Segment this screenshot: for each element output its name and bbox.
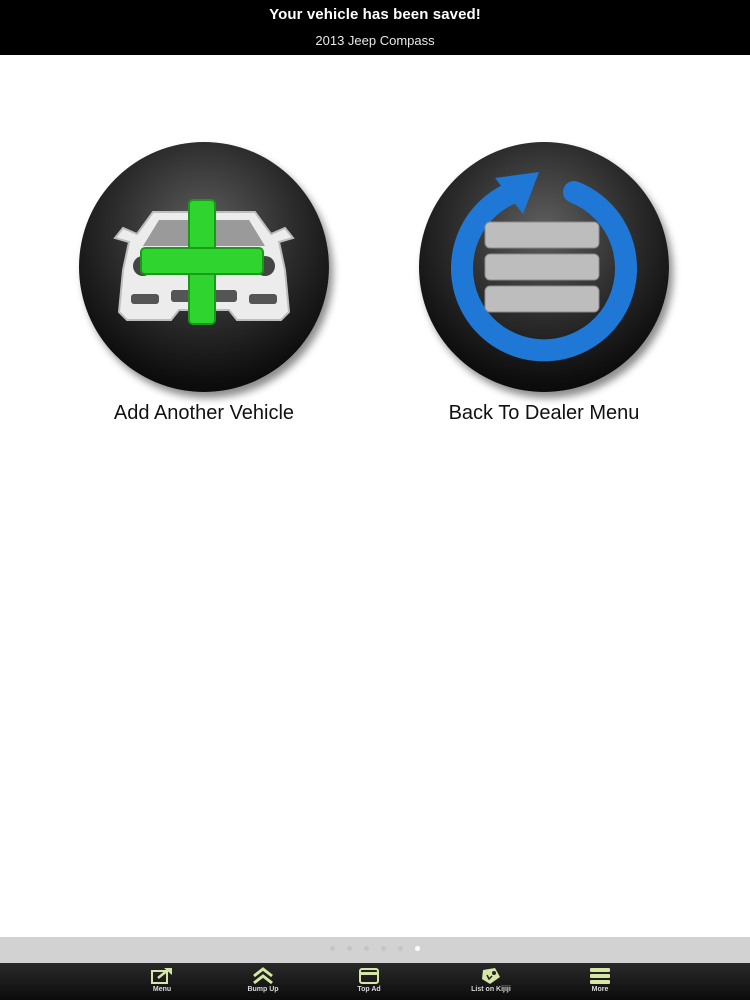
tab-top-ad[interactable]: Top Ad (324, 963, 414, 1000)
tab-menu-label: Menu (152, 986, 172, 993)
page-indicator[interactable] (0, 946, 750, 951)
tab-bump-up[interactable]: Bump Up (218, 963, 308, 1000)
tab-list-on-kijiji-label: List on Kijiji (471, 986, 511, 993)
tab-more[interactable]: More (555, 963, 645, 1000)
back-to-dealer-menu-label: Back To Dealer Menu (448, 402, 640, 424)
tab-list-on-kijiji[interactable]: List on Kijiji (446, 963, 536, 1000)
saved-title: Your vehicle has been saved! (269, 6, 481, 23)
add-another-vehicle-label: Add Another Vehicle (113, 402, 295, 424)
page-dot[interactable] (398, 946, 403, 951)
car-plus-icon (79, 142, 329, 392)
chevron-up-icon (253, 967, 273, 985)
tab-top-ad-label: Top Ad (357, 986, 381, 993)
circular-arrow-menu-icon (419, 142, 669, 392)
page-dot[interactable] (330, 946, 335, 951)
tab-more-label: More (591, 986, 609, 993)
page-dot-active[interactable] (415, 946, 420, 951)
tab-menu[interactable]: Menu (117, 963, 207, 1000)
vehicle-name: 2013 Jeep Compass (315, 33, 435, 48)
add-another-vehicle-button[interactable]: Add Another Vehicle (79, 142, 329, 425)
status-header: Your vehicle has been saved! 2013 Jeep C… (0, 0, 750, 55)
card-icon (359, 968, 379, 984)
back-to-dealer-menu-button[interactable]: Back To Dealer Menu (419, 142, 669, 425)
page-dot[interactable] (347, 946, 352, 951)
page-dot[interactable] (364, 946, 369, 951)
page-indicator-strip (0, 937, 750, 963)
bottom-tab-bar: Menu Bump Up Top Ad List on Kijiji More (0, 963, 750, 1000)
hamburger-icon (590, 968, 610, 984)
share-icon (151, 968, 172, 984)
tag-icon (482, 968, 500, 984)
page-dot[interactable] (381, 946, 386, 951)
tab-bump-up-label: Bump Up (247, 986, 279, 993)
